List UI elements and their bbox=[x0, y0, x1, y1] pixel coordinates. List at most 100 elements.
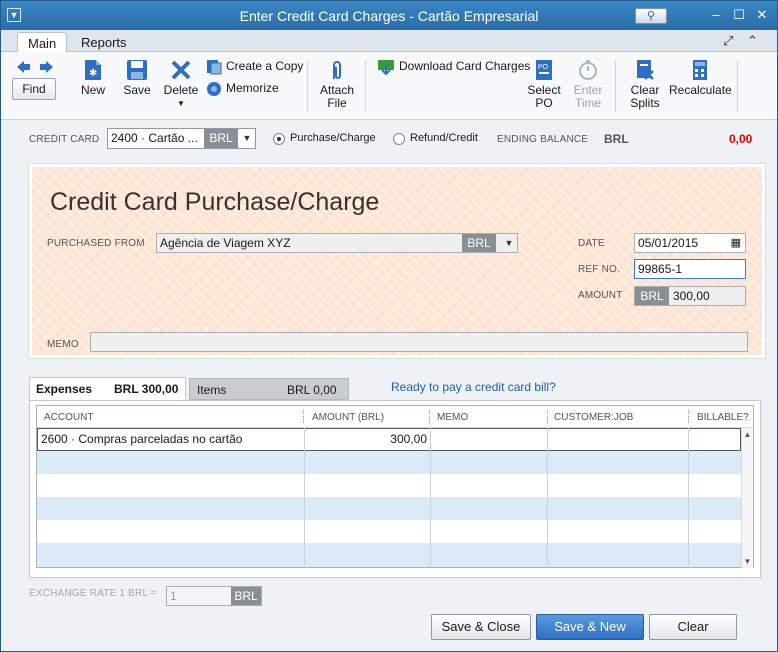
tab-items[interactable]: Items BRL 0,00 bbox=[189, 378, 349, 400]
ending-balance-value: 0,00 bbox=[729, 132, 753, 146]
title-bar: ▼ Enter Credit Card Charges - Cartão Emp… bbox=[1, 1, 777, 30]
clear-button[interactable]: Clear bbox=[649, 614, 737, 640]
recalculate-button[interactable]: Recalculate bbox=[669, 59, 732, 97]
form-title: Credit Card Purchase/Charge bbox=[50, 188, 380, 216]
purchase-charge-label: Purchase/Charge bbox=[290, 132, 376, 144]
download-card-charges-button[interactable]: Download Card Charges bbox=[377, 59, 530, 75]
maximize-icon[interactable]: ☐ bbox=[730, 7, 748, 23]
memorize-button[interactable]: Memorize bbox=[206, 81, 279, 97]
download-icon bbox=[378, 60, 394, 75]
tab-main[interactable]: Main bbox=[17, 32, 68, 52]
refund-credit-radio[interactable] bbox=[393, 133, 405, 145]
amount-currency: BRL bbox=[635, 287, 669, 305]
exchange-rate-value: 1 bbox=[170, 589, 177, 603]
ending-balance-currency: BRL bbox=[604, 132, 629, 146]
create-copy-button[interactable]: Create a Copy bbox=[206, 59, 303, 75]
table-row[interactable] bbox=[37, 497, 741, 520]
grid-scrollbar[interactable]: ▲ ▼ bbox=[741, 428, 753, 568]
chevron-down-icon[interactable]: ▼ bbox=[501, 234, 517, 252]
row-memo[interactable] bbox=[431, 429, 548, 450]
attach-file-button[interactable]: Attach File bbox=[317, 59, 357, 110]
credit-card-currency: BRL bbox=[204, 129, 238, 148]
table-row[interactable] bbox=[37, 451, 741, 474]
column-divider bbox=[429, 410, 430, 423]
table-row[interactable] bbox=[37, 543, 741, 567]
column-divider bbox=[303, 410, 304, 423]
column-line bbox=[547, 428, 548, 568]
enter-label-1: Enter bbox=[573, 83, 603, 97]
amount-field[interactable]: BRL 300,00 bbox=[634, 286, 746, 306]
exchange-rate-label: EXCHANGE RATE 1 BRL = bbox=[29, 588, 157, 599]
attach-label-1: Attach bbox=[319, 83, 355, 97]
delete-button[interactable]: Delete ▼ bbox=[161, 59, 201, 110]
save-button[interactable]: Save bbox=[118, 59, 156, 97]
new-button[interactable]: ✱ New bbox=[75, 59, 111, 97]
close-icon[interactable]: ✕ bbox=[753, 7, 771, 23]
chevron-down-icon[interactable]: ▼ bbox=[239, 129, 255, 148]
header-memo: MEMO bbox=[437, 412, 469, 423]
create-copy-label: Create a Copy bbox=[226, 59, 304, 74]
save-close-button[interactable]: Save & Close bbox=[431, 614, 531, 640]
next-arrow-icon[interactable] bbox=[40, 61, 53, 73]
memorize-icon bbox=[207, 82, 221, 96]
enter-label-2: Time bbox=[574, 96, 602, 110]
clear-splits-button[interactable]: Clear Splits bbox=[625, 59, 665, 110]
toolbar-separator bbox=[365, 60, 366, 112]
table-row[interactable] bbox=[37, 520, 741, 543]
find-button[interactable]: Find bbox=[12, 78, 56, 100]
copy-icon bbox=[207, 60, 222, 75]
ready-to-pay-link[interactable]: Ready to pay a credit card bill? bbox=[391, 380, 556, 394]
attach-label-2: File bbox=[327, 96, 347, 110]
ending-balance-label: ENDING BALANCE bbox=[497, 134, 589, 145]
new-label: New bbox=[80, 83, 105, 97]
credit-card-form-panel: Credit Card Purchase/Charge PURCHASED FR… bbox=[28, 163, 766, 359]
recalculate-label: Recalculate bbox=[669, 83, 732, 97]
calendar-icon[interactable]: ▦ bbox=[731, 234, 741, 252]
toolbar-separator bbox=[737, 60, 738, 112]
column-line bbox=[688, 428, 689, 568]
select-po-button[interactable]: PO Select PO bbox=[525, 59, 563, 110]
header-amount: AMOUNT (BRL) bbox=[312, 412, 385, 423]
credit-card-select[interactable]: 2400 · Cartão ... BRL ▼ bbox=[107, 128, 256, 149]
save-new-button[interactable]: Save & New bbox=[536, 614, 644, 640]
date-value: 05/01/2015 bbox=[638, 236, 699, 250]
clear-label-1: Clear bbox=[630, 83, 660, 97]
minimize-icon[interactable]: – bbox=[707, 7, 725, 23]
purchased-from-field[interactable]: Agência de Viagem XYZ BRL ▼ bbox=[156, 233, 518, 253]
memo-input[interactable] bbox=[90, 332, 748, 352]
table-row[interactable] bbox=[37, 474, 741, 497]
tab-expenses[interactable]: Expenses BRL 300,00 bbox=[29, 377, 186, 401]
toolbar-separator bbox=[307, 60, 308, 112]
scroll-up-icon[interactable]: ▲ bbox=[742, 430, 753, 439]
date-label: DATE bbox=[578, 238, 605, 249]
amount-label: AMOUNT bbox=[578, 290, 623, 301]
header-account: ACCOUNT bbox=[44, 412, 94, 423]
ref-no-input[interactable]: 99865-1 bbox=[634, 259, 746, 279]
amount-value: 300,00 bbox=[673, 289, 710, 303]
memo-label: MEMO bbox=[47, 339, 79, 350]
purchased-from-currency: BRL bbox=[462, 234, 496, 252]
stopwatch-icon bbox=[579, 60, 597, 80]
tab-reports[interactable]: Reports bbox=[71, 32, 137, 52]
row-account[interactable]: 2600 · Compras parceladas no cartão bbox=[38, 429, 304, 450]
expand-icon[interactable]: ⤢ bbox=[723, 33, 733, 49]
expenses-tab-total: BRL 300,00 bbox=[114, 382, 179, 396]
row-customer-job[interactable] bbox=[549, 429, 689, 450]
column-line bbox=[304, 428, 305, 568]
column-line bbox=[430, 428, 431, 568]
scroll-down-icon[interactable]: ▼ bbox=[742, 557, 753, 566]
previous-arrow-icon[interactable] bbox=[17, 61, 30, 73]
row-billable[interactable] bbox=[690, 429, 740, 450]
svg-text:✱: ✱ bbox=[89, 68, 97, 79]
exchange-rate-field[interactable]: 1 BRL bbox=[166, 586, 262, 606]
select-label-2: PO bbox=[535, 96, 553, 110]
help-icon[interactable]: ⚲ bbox=[635, 8, 667, 24]
enter-time-button[interactable]: Enter Time bbox=[569, 59, 607, 110]
table-row[interactable]: 2600 · Compras parceladas no cartão 300,… bbox=[37, 428, 741, 451]
items-tab-label: Items bbox=[197, 383, 227, 397]
collapse-ribbon-icon[interactable]: ⌃ bbox=[747, 33, 758, 49]
row-amount[interactable]: 300,00 bbox=[305, 429, 430, 450]
expenses-tab-label: Expenses bbox=[36, 382, 93, 396]
date-field[interactable]: 05/01/2015 ▦ bbox=[634, 233, 746, 253]
purchase-charge-radio[interactable] bbox=[273, 133, 285, 145]
